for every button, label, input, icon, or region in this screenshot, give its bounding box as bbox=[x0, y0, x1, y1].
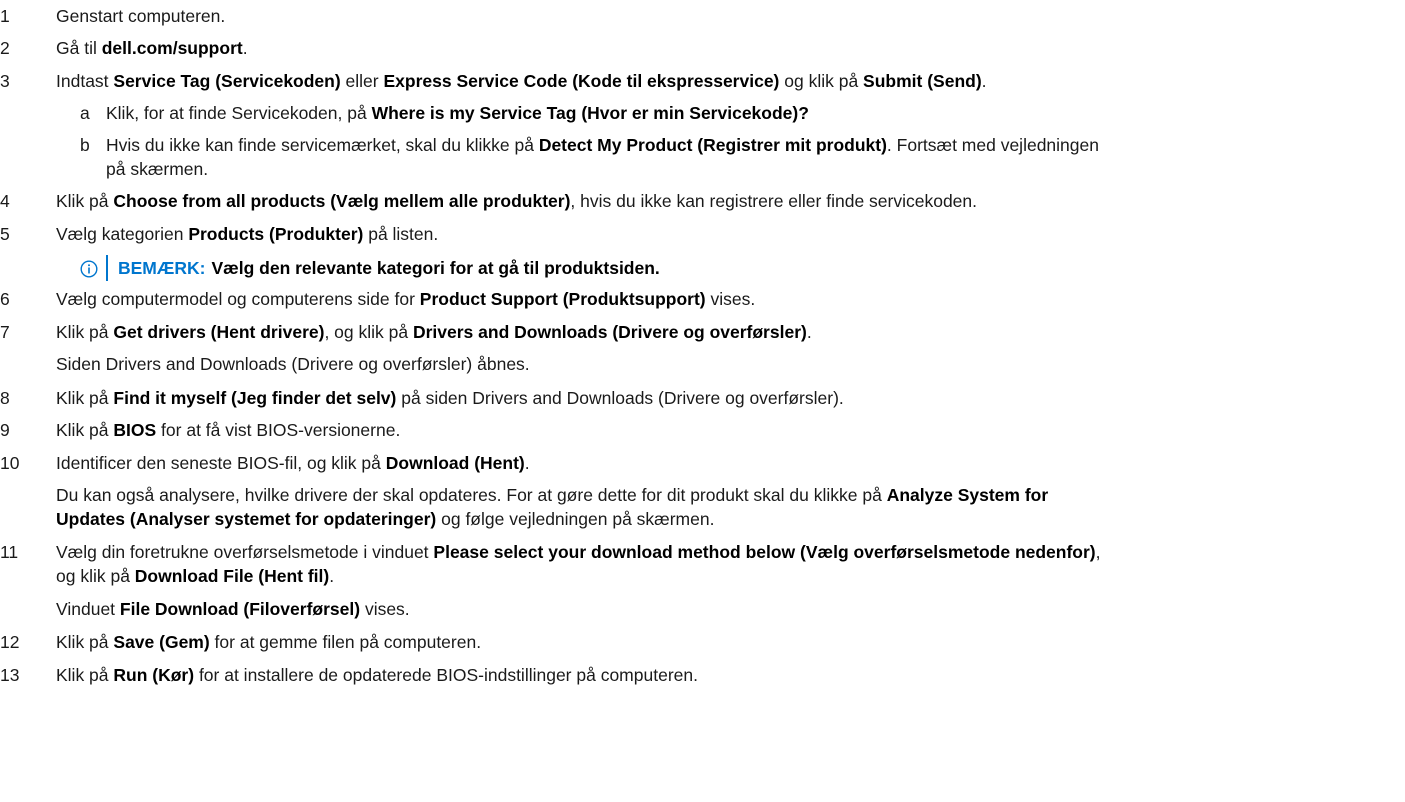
step-number: 8 bbox=[0, 388, 10, 408]
info-icon bbox=[80, 260, 98, 278]
step-text: Vælg din foretrukne overførselsmetode i … bbox=[56, 542, 1101, 562]
step-number: 7 bbox=[0, 322, 10, 342]
step-text: Klik på Get drivers (Hent drivere), og k… bbox=[56, 322, 812, 342]
step-number: 5 bbox=[0, 224, 10, 244]
step-text: Indtast Service Tag (Servicekoden) eller… bbox=[56, 71, 987, 91]
substep-text: Klik, for at finde Servicekoden, på Wher… bbox=[106, 103, 809, 123]
step-text: Klik på Choose from all products (Vælg m… bbox=[56, 191, 978, 211]
note-divider bbox=[106, 255, 108, 281]
step-text: Klik på Run (Kør) for at installere de o… bbox=[56, 665, 698, 685]
step-number: 6 bbox=[0, 289, 10, 309]
step-number: 3 bbox=[0, 71, 10, 91]
step-number: 12 bbox=[0, 632, 20, 652]
continuation-text: Updates (Analyser systemet for opdaterin… bbox=[56, 509, 715, 529]
support-link[interactable]: dell.com/support bbox=[102, 38, 243, 58]
step-text: Identificer den seneste BIOS-fil, og kli… bbox=[56, 453, 530, 473]
step-number: 11 bbox=[0, 542, 19, 562]
step-text: Klik på Find it myself (Jeg finder det s… bbox=[56, 388, 844, 408]
substep-text: Hvis du ikke kan finde servicemærket, sk… bbox=[106, 135, 1099, 155]
step-number: 4 bbox=[0, 191, 10, 211]
step-text: Klik på Save (Gem) for at gemme filen på… bbox=[56, 632, 482, 652]
step-text: Vælg kategorien Products (Produkter) på … bbox=[56, 224, 439, 244]
step-number: 9 bbox=[0, 420, 10, 440]
continuation-text: Du kan også analysere, hvilke drivere de… bbox=[56, 485, 1049, 505]
step-text: Gå til dell.com/support. bbox=[56, 38, 248, 58]
continuation-text: Vinduet File Download (Filoverførsel) vi… bbox=[56, 599, 410, 619]
step-number: 2 bbox=[0, 38, 10, 58]
step-text: Genstart computeren. bbox=[56, 6, 226, 26]
step-number: 1 bbox=[0, 6, 10, 26]
step-text: Vælg computermodel og computerens side f… bbox=[56, 289, 756, 309]
step-number: 13 bbox=[0, 665, 20, 685]
step-number: 10 bbox=[0, 453, 20, 473]
note-box: BEMÆRK: Vælg den relevante kategori for … bbox=[80, 253, 660, 283]
continuation-text: og klik på Download File (Hent fil). bbox=[56, 566, 335, 586]
note-label: BEMÆRK: bbox=[118, 257, 206, 278]
substep-letter: b bbox=[80, 135, 90, 155]
substep-letter: a bbox=[80, 103, 90, 123]
step-text: Klik på BIOS for at få vist BIOS-version… bbox=[56, 420, 401, 440]
continuation-text: på skærmen. bbox=[106, 159, 209, 179]
continuation-text: Siden Drivers and Downloads (Drivere og … bbox=[56, 354, 530, 374]
note-text: Vælg den relevante kategori for at gå ti… bbox=[211, 257, 660, 278]
